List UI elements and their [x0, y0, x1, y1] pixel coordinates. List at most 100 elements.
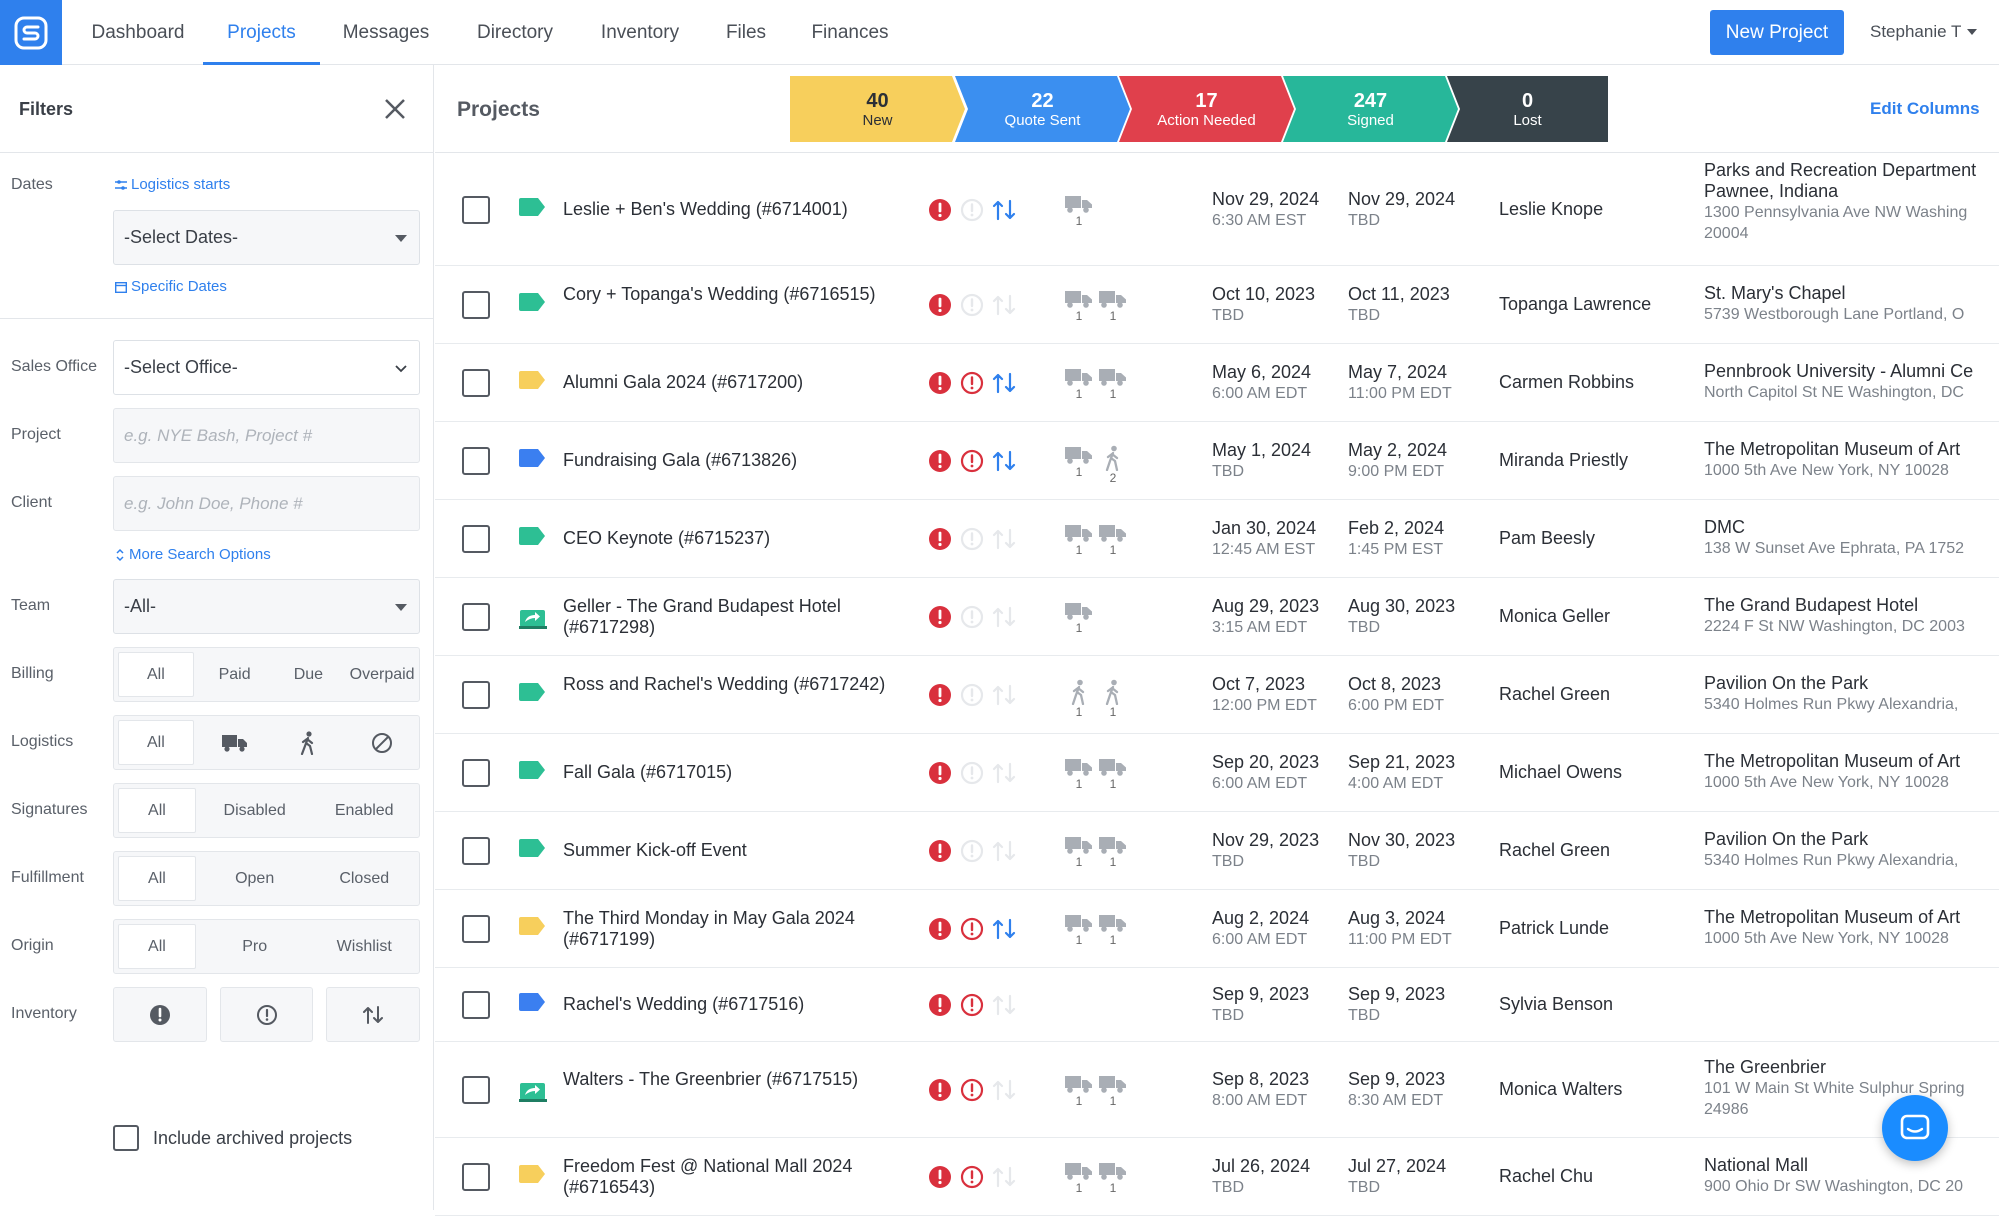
table-row[interactable]: Fall Gala (#6717015) 11 Sep 20, 2023 6:00… [435, 734, 1999, 812]
close-filters-button[interactable] [382, 96, 408, 122]
row-checkbox[interactable] [462, 447, 490, 475]
venue-name[interactable]: Parks and Recreation Department [1704, 160, 1999, 181]
client-name[interactable]: Monica Walters [1499, 1079, 1622, 1100]
tab-inventory[interactable]: Inventory [592, 0, 688, 65]
table-row[interactable]: Freedom Fest @ National Mall 2024 (#6716… [435, 1138, 1999, 1216]
app-logo[interactable] [0, 0, 62, 65]
include-archived-toggle[interactable]: Include archived projects [113, 1125, 352, 1151]
client-name[interactable]: Pam Beesly [1499, 528, 1595, 549]
edit-columns-link[interactable]: Edit Columns [1870, 99, 1980, 119]
logistics-option-pickup[interactable] [272, 716, 346, 769]
fulfillment-option-closed[interactable]: Closed [309, 852, 419, 905]
client-name[interactable]: Rachel Green [1499, 840, 1610, 861]
row-checkbox[interactable] [462, 681, 490, 709]
venue-name[interactable]: DMC [1704, 517, 1999, 538]
origin-option-all[interactable]: All [118, 924, 196, 969]
pipeline-stage-3[interactable]: 247 Signed [1283, 76, 1458, 142]
chat-launcher-button[interactable] [1882, 1095, 1948, 1161]
row-checkbox[interactable] [462, 525, 490, 553]
pipeline-stage-1[interactable]: 22 Quote Sent [955, 76, 1130, 142]
specific-dates-link[interactable]: Specific Dates [115, 278, 227, 295]
row-checkbox[interactable] [462, 603, 490, 631]
more-search-options-link[interactable]: More Search Options [115, 546, 271, 563]
inventory-filter-swap[interactable] [326, 987, 421, 1042]
venue-name[interactable]: The Metropolitan Museum of Art [1704, 907, 1999, 928]
client-name[interactable]: Michael Owens [1499, 762, 1622, 783]
tab-finances[interactable]: Finances [804, 0, 896, 65]
project-search-input[interactable]: e.g. NYE Bash, Project # [113, 408, 420, 463]
row-checkbox[interactable] [462, 1163, 490, 1191]
logistics-starts-link[interactable]: Logistics starts [115, 176, 230, 193]
project-name[interactable]: Fall Gala (#6717015) [563, 762, 923, 783]
signatures-option-all[interactable]: All [118, 788, 196, 833]
client-name[interactable]: Leslie Knope [1499, 199, 1603, 220]
venue-name[interactable]: The Metropolitan Museum of Art [1704, 751, 1999, 772]
billing-option-paid[interactable]: Paid [198, 648, 272, 701]
project-name[interactable]: Alumni Gala 2024 (#6717200) [563, 372, 923, 393]
venue-name[interactable]: Pennbrook University - Alumni Ce [1704, 361, 1999, 382]
tab-files[interactable]: Files [718, 0, 774, 65]
project-name[interactable]: Walters - The Greenbrier (#6717515) [563, 1069, 923, 1090]
pipeline-stage-4[interactable]: 0 Lost [1447, 76, 1608, 142]
signatures-option-enabled[interactable]: Enabled [309, 784, 419, 837]
client-name[interactable]: Sylvia Benson [1499, 994, 1613, 1015]
row-checkbox[interactable] [462, 369, 490, 397]
signatures-option-disabled[interactable]: Disabled [200, 784, 310, 837]
project-name[interactable]: Geller - The Grand Budapest Hotel (#6717… [563, 596, 923, 638]
venue-name[interactable]: Pavilion On the Park [1704, 673, 1999, 694]
venue-name[interactable]: The Metropolitan Museum of Art [1704, 439, 1999, 460]
project-name[interactable]: Freedom Fest @ National Mall 2024 (#6716… [563, 1156, 923, 1198]
table-row[interactable]: Fundraising Gala (#6713826) 12 May 1, 20… [435, 422, 1999, 500]
logistics-option-none[interactable] [345, 716, 419, 769]
billing-option-overpaid[interactable]: Overpaid [345, 648, 419, 701]
origin-option-pro[interactable]: Pro [200, 920, 310, 973]
venue-name[interactable]: St. Mary's Chapel [1704, 283, 1999, 304]
row-checkbox[interactable] [462, 915, 490, 943]
origin-option-wishlist[interactable]: Wishlist [309, 920, 419, 973]
client-name[interactable]: Monica Geller [1499, 606, 1610, 627]
client-name[interactable]: Rachel Chu [1499, 1166, 1593, 1187]
new-project-button[interactable]: New Project [1710, 10, 1844, 55]
tab-directory[interactable]: Directory [466, 0, 564, 65]
row-checkbox[interactable] [462, 991, 490, 1019]
sales-office-select[interactable]: -Select Office- [113, 340, 420, 395]
client-name[interactable]: Carmen Robbins [1499, 372, 1634, 393]
logistics-option-all[interactable]: All [118, 720, 194, 765]
row-checkbox[interactable] [462, 196, 490, 224]
inventory-filter-alert[interactable] [113, 987, 207, 1042]
user-menu[interactable]: Stephanie T [1870, 22, 1978, 42]
project-name[interactable]: Ross and Rachel's Wedding (#6717242) [563, 674, 923, 695]
table-row[interactable]: Walters - The Greenbrier (#6717515) 11 S… [435, 1042, 1999, 1138]
fulfillment-option-open[interactable]: Open [200, 852, 310, 905]
client-name[interactable]: Miranda Priestly [1499, 450, 1628, 471]
pipeline-stage-2[interactable]: 17 Action Needed [1119, 76, 1294, 142]
project-name[interactable]: Fundraising Gala (#6713826) [563, 450, 923, 471]
table-row[interactable]: Alumni Gala 2024 (#6717200) 11 May 6, 20… [435, 344, 1999, 422]
client-search-input[interactable]: e.g. John Doe, Phone # [113, 476, 420, 531]
inventory-filter-warning[interactable] [219, 987, 314, 1042]
pipeline-stage-0[interactable]: 40 New [790, 76, 965, 142]
venue-name[interactable]: Pavilion On the Park [1704, 829, 1999, 850]
table-row[interactable]: Summer Kick-off Event 11 Nov 29, 2023 TBD… [435, 812, 1999, 890]
table-row[interactable]: Ross and Rachel's Wedding (#6717242) 11 … [435, 656, 1999, 734]
table-row[interactable]: The Third Monday in May Gala 2024 (#6717… [435, 890, 1999, 968]
dates-select[interactable]: -Select Dates- [113, 210, 420, 265]
billing-option-all[interactable]: All [118, 652, 194, 697]
project-name[interactable]: Leslie + Ben's Wedding (#6714001) [563, 199, 923, 220]
row-checkbox[interactable] [462, 837, 490, 865]
table-row[interactable]: Cory + Topanga's Wedding (#6716515) 11 O… [435, 266, 1999, 344]
client-name[interactable]: Patrick Lunde [1499, 918, 1609, 939]
venue-name[interactable]: National Mall [1704, 1155, 1999, 1176]
project-name[interactable]: CEO Keynote (#6715237) [563, 528, 923, 549]
project-name[interactable]: Rachel's Wedding (#6717516) [563, 994, 923, 1015]
logistics-option-delivery[interactable] [198, 716, 272, 769]
row-checkbox[interactable] [462, 759, 490, 787]
table-row[interactable]: Leslie + Ben's Wedding (#6714001) 1 Nov … [435, 154, 1999, 266]
fulfillment-option-all[interactable]: All [118, 856, 196, 901]
table-row[interactable]: Rachel's Wedding (#6717516) Sep 9, 2023 T… [435, 968, 1999, 1042]
table-row[interactable]: CEO Keynote (#6715237) 11 Jan 30, 2024 12… [435, 500, 1999, 578]
table-row[interactable]: Geller - The Grand Budapest Hotel (#6717… [435, 578, 1999, 656]
venue-name[interactable]: The Greenbrier [1704, 1057, 1999, 1078]
project-name[interactable]: Cory + Topanga's Wedding (#6716515) [563, 284, 923, 305]
tab-messages[interactable]: Messages [336, 0, 436, 65]
